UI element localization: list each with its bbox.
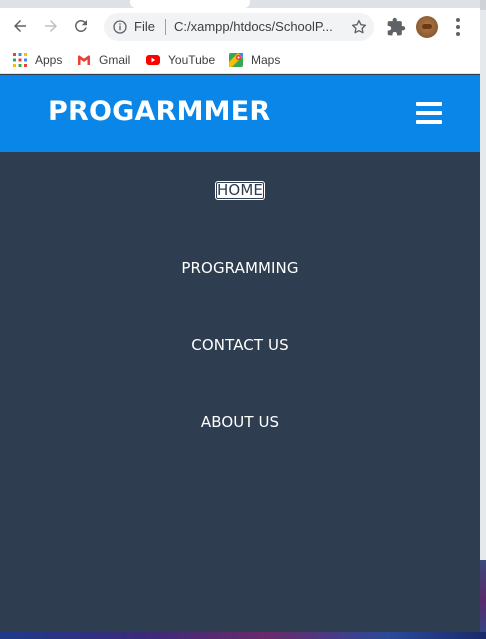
bookmark-label: Apps bbox=[35, 53, 63, 67]
hamburger-bar bbox=[416, 102, 442, 106]
arrow-left-icon bbox=[14, 20, 26, 32]
bookmark-label: YouTube bbox=[168, 53, 216, 67]
nav-item-programming: PROGRAMMING bbox=[0, 258, 480, 277]
nav-item-contact-us: CONTACT US bbox=[0, 335, 480, 354]
address-bar[interactable]: File C:/xampp/htdocs/SchoolP... bbox=[104, 13, 374, 41]
reload-icon bbox=[75, 19, 87, 32]
url-scheme: File bbox=[134, 19, 155, 34]
bookmark-youtube[interactable]: YouTube bbox=[146, 51, 215, 69]
nav-link-about-us[interactable]: ABOUT US bbox=[201, 413, 279, 431]
desktop-background-bottom bbox=[0, 632, 486, 639]
bookmark-label: Maps bbox=[251, 53, 281, 67]
bookmarks-bar: Apps Gmail YouTube Maps bbox=[0, 46, 480, 74]
browser-toolbar: File C:/xampp/htdocs/SchoolP... bbox=[0, 8, 480, 46]
profile-avatar[interactable] bbox=[416, 16, 438, 38]
omnibox-separator bbox=[165, 19, 166, 35]
nav-item-about-us: ABOUT US bbox=[0, 412, 480, 431]
more-options-icon[interactable] bbox=[452, 16, 464, 38]
url-text[interactable]: C:/xampp/htdocs/SchoolP... bbox=[174, 19, 346, 34]
back-button[interactable] bbox=[6, 12, 34, 40]
bookmark-gmail[interactable]: Gmail bbox=[77, 51, 130, 69]
reload-button[interactable] bbox=[67, 12, 95, 40]
apps-grid-icon bbox=[13, 53, 27, 67]
nav-link-contact-us[interactable]: CONTACT US bbox=[191, 336, 288, 354]
bookmark-maps[interactable]: Maps bbox=[229, 51, 280, 69]
nav-link-programming[interactable]: PROGRAMMING bbox=[181, 259, 298, 277]
bookmark-star-icon[interactable] bbox=[350, 18, 368, 36]
hamburger-bar bbox=[416, 120, 442, 124]
desktop-background-edge bbox=[480, 0, 486, 639]
bookmark-label: Gmail bbox=[99, 53, 131, 67]
browser-window: File C:/xampp/htdocs/SchoolP... Apps Gma… bbox=[0, 0, 480, 632]
tab-strip bbox=[0, 0, 480, 8]
site-brand-logo[interactable]: PROGARMMER bbox=[48, 96, 270, 127]
maps-icon bbox=[229, 53, 243, 67]
info-icon[interactable] bbox=[112, 19, 128, 35]
hamburger-bar bbox=[416, 111, 442, 115]
forward-button[interactable] bbox=[37, 12, 65, 40]
nav-link-home[interactable]: HOME bbox=[215, 181, 265, 200]
site-header: PROGARMMER bbox=[0, 75, 480, 152]
arrow-right-icon bbox=[45, 20, 57, 32]
nav-item-home: HOME bbox=[0, 180, 480, 200]
bookmark-apps[interactable]: Apps bbox=[13, 51, 62, 69]
youtube-icon bbox=[146, 55, 160, 65]
active-tab[interactable] bbox=[130, 0, 250, 8]
extensions-puzzle-icon[interactable] bbox=[386, 17, 406, 37]
mobile-nav-menu: HOME PROGRAMMING CONTACT US ABOUT US bbox=[0, 152, 480, 632]
gmail-icon bbox=[78, 55, 90, 65]
hamburger-menu-icon[interactable] bbox=[416, 101, 442, 125]
